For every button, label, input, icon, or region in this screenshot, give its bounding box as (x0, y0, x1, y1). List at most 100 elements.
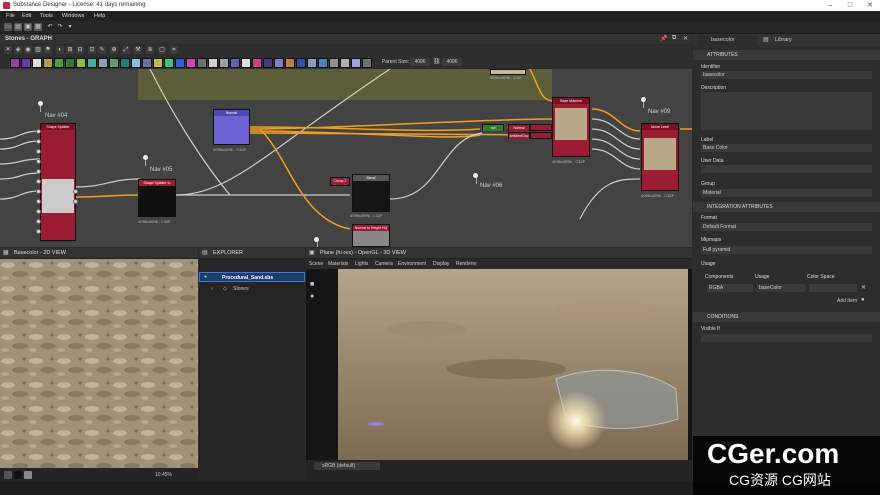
menu-file[interactable]: File (6, 13, 15, 19)
parent-size-height[interactable]: 4096 (442, 58, 462, 66)
tab-materials[interactable]: Materials (328, 261, 348, 267)
node-swatch[interactable] (318, 58, 328, 68)
redo-icon[interactable]: ↷ (56, 23, 64, 31)
label-field[interactable]: Base Color (701, 144, 872, 152)
nav-pin-icon[interactable] (473, 173, 478, 178)
zoom-level[interactable]: 10.45% (155, 472, 172, 478)
node-swatch[interactable] (307, 58, 317, 68)
section-attributes[interactable]: ATTRIBUTES (693, 50, 880, 60)
view2d-canvas[interactable] (0, 259, 198, 468)
node-swatch[interactable] (230, 58, 240, 68)
close-panel-icon[interactable]: ✕ (683, 35, 688, 42)
node-port-out[interactable]: out (482, 124, 504, 131)
nav-pin-icon[interactable] (641, 97, 646, 102)
node-swatch[interactable] (362, 58, 372, 68)
node-normal-to-height[interactable]: Normal to Height HQ (352, 224, 390, 247)
tool-icon[interactable]: ⚒ (134, 46, 142, 54)
save-all-icon[interactable]: ▦ (34, 23, 42, 31)
node-swatch[interactable] (175, 58, 185, 68)
section-integration[interactable]: INTEGRATION ATTRIBUTES (693, 202, 880, 212)
tab-renderer[interactable]: Renderer (456, 261, 477, 267)
node-swatch[interactable] (76, 58, 86, 68)
node-swatch[interactable] (98, 58, 108, 68)
menu-windows[interactable]: Windows (62, 13, 84, 19)
group-field[interactable]: Material (701, 189, 872, 197)
explorer-graph-row[interactable]: › ◇ Stones (199, 284, 305, 294)
visible-if-field[interactable] (701, 334, 872, 342)
float-icon[interactable]: ⧉ (672, 35, 676, 42)
node-swatch[interactable] (21, 58, 31, 68)
tool-icon[interactable]: ▥ (34, 46, 42, 54)
node-swatch[interactable] (219, 58, 229, 68)
tool-icon[interactable]: ▢ (158, 46, 166, 54)
colorspace-field[interactable] (809, 284, 857, 292)
node-swatch[interactable] (164, 58, 174, 68)
node-base-material[interactable]: Base Material (552, 97, 590, 157)
node-swatch[interactable] (43, 58, 53, 68)
node-swatch[interactable] (274, 58, 284, 68)
maximize-icon[interactable]: □ (840, 0, 860, 11)
node-swatch[interactable] (285, 58, 295, 68)
node-swatch[interactable] (186, 58, 196, 68)
usage-select[interactable]: baseColor (757, 284, 805, 292)
node-swatch[interactable] (10, 58, 20, 68)
identifier-field[interactable]: basecolor (701, 71, 872, 79)
nav-pin-icon[interactable] (38, 101, 43, 106)
section-conditions[interactable]: CONDITIONS (693, 312, 880, 322)
menu-help[interactable]: Help (94, 13, 105, 19)
channel-icon[interactable] (14, 471, 22, 479)
tool-icon[interactable]: ⊕ (110, 46, 118, 54)
history-icon[interactable]: ▾ (66, 23, 74, 31)
expand-icon[interactable]: › (211, 286, 213, 292)
tool-icon[interactable]: ✎ (98, 46, 106, 54)
node-swatch[interactable] (109, 58, 119, 68)
tab-scene[interactable]: Scene (309, 261, 323, 267)
tool-icon[interactable]: ⚑ (44, 46, 52, 54)
new-icon[interactable]: ▭ (4, 23, 12, 31)
tool-icon[interactable]: ⊞ (66, 46, 74, 54)
tool-icon[interactable]: ⊡ (88, 46, 96, 54)
open-folder-icon[interactable]: ▤ (14, 23, 22, 31)
parent-size-width[interactable]: 4096 (410, 58, 430, 66)
channel-icon[interactable] (24, 471, 32, 479)
node-blend[interactable]: Blend (352, 174, 390, 212)
tool-icon[interactable]: ◐ (56, 46, 64, 54)
graph-canvas[interactable]: Nav #04 Shape Splatter Nav #05 Shape Spl… (0, 69, 692, 247)
tab-environment[interactable]: Environment (398, 261, 426, 267)
pin-icon[interactable]: 📌 (660, 35, 667, 42)
node-shape-splatter[interactable]: Shape Splatter (40, 123, 76, 241)
node-swatch[interactable] (32, 58, 42, 68)
colorspace-select[interactable]: sRGB (default) (314, 462, 380, 470)
minimize-icon[interactable]: – (820, 0, 840, 11)
node-swatch[interactable] (197, 58, 207, 68)
node-noise-level[interactable]: Noise Level (641, 123, 679, 191)
node-swatch[interactable] (153, 58, 163, 68)
undo-icon[interactable]: ↶ (46, 23, 54, 31)
close-icon[interactable]: ✕ (860, 0, 880, 11)
menu-edit[interactable]: Edit (22, 13, 31, 19)
tool-icon[interactable]: ⊟ (76, 46, 84, 54)
node-port-normal[interactable]: Normal (508, 124, 530, 131)
tab-camera[interactable]: Camera (375, 261, 393, 267)
node-shape-splatter-to-mask[interactable]: Shape Splatter to Mask (138, 179, 176, 217)
add-item-button[interactable]: Add Item (837, 298, 857, 304)
description-field[interactable] (701, 92, 872, 130)
tab-display[interactable]: Display (433, 261, 449, 267)
channel-icon[interactable] (4, 471, 12, 479)
format-select[interactable]: Default Format (701, 223, 872, 231)
node-swatch[interactable] (351, 58, 361, 68)
node-swatch[interactable] (296, 58, 306, 68)
node-swatch[interactable] (131, 58, 141, 68)
node-swatch[interactable] (87, 58, 97, 68)
link-icon[interactable]: ⛓ (433, 58, 441, 65)
node-swatch[interactable] (208, 58, 218, 68)
tool-icon[interactable]: ⧈ (146, 46, 154, 54)
node-swatch[interactable] (252, 58, 262, 68)
frame-icon[interactable]: ⌗ (170, 46, 178, 54)
tool-icon[interactable]: ◈ (14, 46, 22, 54)
nav-pin-icon[interactable] (143, 155, 148, 160)
add-icon[interactable]: ● (861, 297, 865, 303)
node-swatch[interactable] (340, 58, 350, 68)
mipmaps-select[interactable]: Full pyramid (701, 246, 872, 254)
node-swatch[interactable] (65, 58, 75, 68)
